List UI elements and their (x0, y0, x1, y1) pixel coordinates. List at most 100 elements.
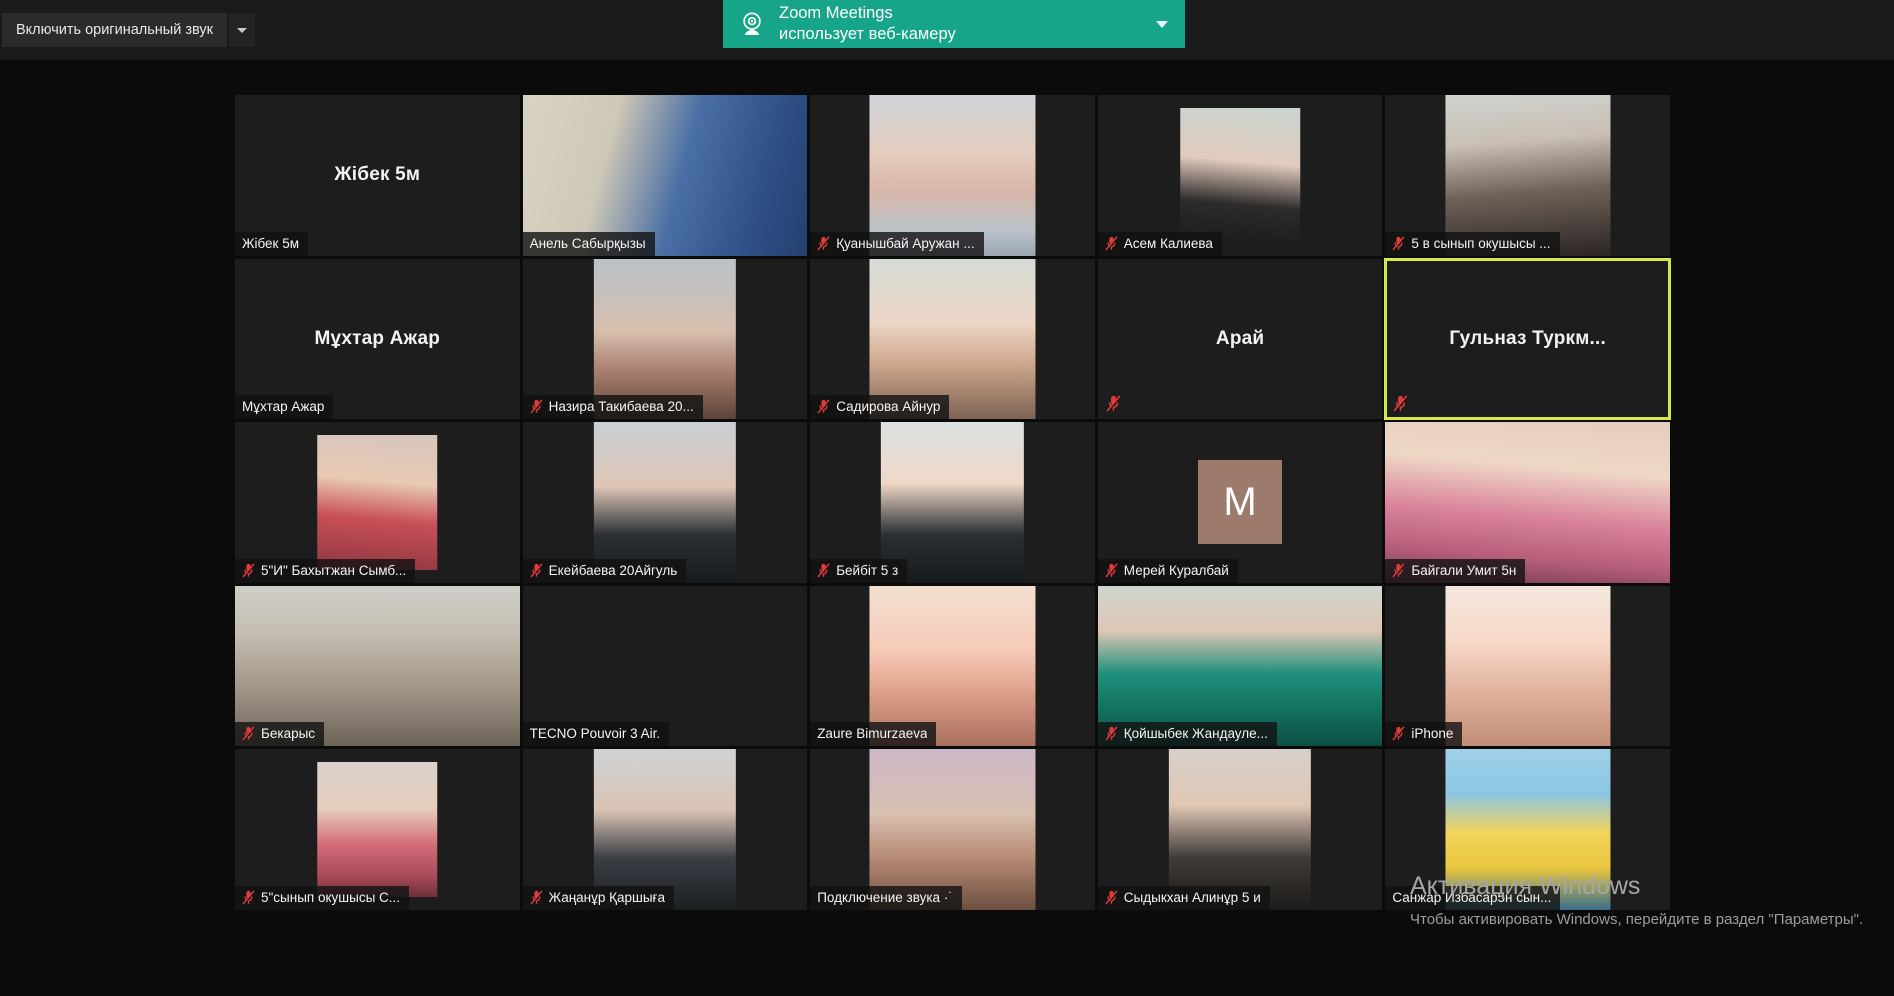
mute-icon (817, 563, 831, 578)
participant-name-label: Садирова Айнур (836, 399, 941, 415)
notification-collapse-button[interactable] (1149, 11, 1175, 37)
participant-tile[interactable]: M Мерей Куралбай (1097, 422, 1383, 583)
zoom-meeting-window: Включить оригинальный звук Zoom Meetings… (0, 0, 1894, 996)
participant-name-bar: Асем Калиева (1097, 231, 1222, 256)
participant-tile[interactable]: iPhone (1385, 585, 1670, 747)
mute-icon (1392, 726, 1406, 742)
participant-name-label: TECNO Pouvoir 3 Air. (529, 726, 661, 742)
participant-tile[interactable]: Сыдыкхан Алинұр 5 и (1097, 749, 1383, 910)
participant-name-bar: Мерей Куралбай (1097, 558, 1238, 583)
participant-tile[interactable]: Назира Такибаева 20... (522, 258, 808, 420)
participant-tile[interactable]: Жаңанұр Қаршыға (522, 749, 808, 910)
participant-name-label: iPhone (1411, 726, 1454, 742)
participant-name-bar: Назира Такибаева 20... (522, 395, 703, 420)
participant-name-bar: Бекарыс (235, 722, 325, 747)
participant-tile[interactable]: Бекарыс (235, 585, 520, 747)
participant-name-bar: Қойшыбек Жандауле... (1097, 722, 1277, 747)
original-sound-dropdown-button[interactable] (228, 13, 255, 47)
mute-icon (529, 563, 544, 578)
participant-name-label: Жаңанұр Қаршыға (548, 890, 665, 905)
participant-name-bar: Мұхтар Ажар (235, 395, 334, 420)
participant-tile[interactable]: Бейбіт 5 з (810, 422, 1095, 583)
mute-status-icon (1105, 726, 1119, 742)
participant-tile[interactable]: Санжар Избасар5н сын... (1385, 749, 1670, 910)
participant-tile[interactable]: Анель Сабырқызы (522, 95, 808, 256)
mute-status-icon (242, 563, 256, 578)
chevron-down-icon (1156, 20, 1168, 28)
participant-tile[interactable]: Қойшыбек Жандауле... (1097, 585, 1383, 747)
mute-icon (242, 563, 256, 578)
participant-name-bar: Жаңанұр Қаршыға (522, 886, 674, 910)
participant-tile[interactable]: Қуанышбай Аружан ... (810, 95, 1095, 256)
participant-name-label: Асем Калиева (1123, 235, 1213, 251)
webcam-notification-message: использует веб-камеру (779, 25, 956, 43)
mute-icon (1392, 563, 1406, 578)
participant-tile[interactable]: Екейбаева 20Айгуль (522, 422, 808, 583)
mute-icon (1105, 563, 1119, 578)
participant-tile[interactable]: 5"И" Бахытжан Сымб... (235, 422, 520, 583)
webcam-in-use-notification[interactable]: Zoom Meetings использует веб-камеру (723, 0, 1185, 48)
mute-icon (817, 399, 831, 414)
mute-status-icon (242, 890, 256, 905)
participant-tile[interactable]: Садирова Айнур (810, 258, 1095, 420)
participant-tile[interactable]: Байгали Умит 5н (1385, 422, 1670, 583)
mute-icon (817, 236, 831, 251)
participant-tile[interactable]: 5 в сынып окушысы ... (1385, 95, 1670, 256)
participant-tile[interactable]: Гульназ Туркм... (1384, 257, 1671, 421)
participant-name-label: Анель Сабырқызы (529, 235, 646, 251)
participant-name-bar: Екейбаева 20Айгуль (522, 558, 687, 583)
participant-tile[interactable]: Подключение звука ·˙ (810, 749, 1095, 910)
participant-name-label: 5"сынып окушысы С... (261, 890, 401, 905)
participant-name-bar: Қуанышбай Аружан ... (810, 231, 984, 256)
participant-tile[interactable]: Жібек 5м Жібек 5м (235, 95, 520, 256)
participant-tile[interactable]: Асем Калиева (1097, 95, 1383, 256)
participant-video-feed (317, 762, 438, 898)
mute-status-icon (242, 726, 256, 742)
participant-name-bar: Садирова Айнур (810, 395, 950, 420)
participant-tile[interactable]: Zaure Bimurzaeva (810, 585, 1095, 747)
participant-name-bar: Сыдыкхан Алинұр 5 и (1097, 886, 1270, 910)
participant-gallery-grid: Жібек 5м Жібек 5м Анель Сабырқызы Қуанышбай… (235, 95, 1671, 910)
participant-name-label: 5 в сынып окушысы ... (1411, 235, 1551, 251)
participant-tile[interactable]: 5"сынып окушысы С... (235, 749, 520, 910)
participant-name-label: Екейбаева 20Айгуль (548, 562, 678, 578)
participant-video-feed (1180, 107, 1300, 243)
mute-status-icon (1393, 395, 1409, 413)
participant-name-bar: Бейбіт 5 з (810, 558, 908, 583)
mute-status-icon (529, 890, 544, 905)
participant-name-label: Бейбіт 5 з (836, 562, 899, 578)
enable-original-sound-button[interactable]: Включить оригинальный звук (2, 13, 227, 47)
participant-center-name: Мұхтар Ажар (314, 327, 441, 349)
participant-name-bar: Санжар Избасар5н сын... (1385, 886, 1561, 910)
original-sound-control-group: Включить оригинальный звук (2, 13, 255, 47)
participant-name-label: Жібек 5м (242, 235, 299, 251)
mute-icon (1393, 395, 1409, 413)
participant-name-label: Қуанышбай Аружан ... (836, 235, 975, 251)
mute-icon (529, 399, 544, 414)
mute-status-icon (1106, 395, 1122, 413)
watermark-subtitle: Чтобы активировать Windows, перейдите в … (1410, 911, 1864, 928)
participant-name-label: Санжар Избасар5н сын... (1392, 890, 1552, 905)
webcam-notification-text: Zoom Meetings использует веб-камеру (779, 3, 1137, 46)
mute-status-icon (1105, 236, 1119, 251)
webcam-notification-app-name: Zoom Meetings (779, 3, 893, 22)
mute-icon (242, 890, 256, 905)
mute-status-icon (817, 236, 831, 251)
mute-status-icon (529, 563, 544, 578)
mute-status-icon (1105, 890, 1119, 905)
participant-name-bar: 5 в сынып окушысы ... (1385, 231, 1560, 256)
participant-name-label: Қойшыбек Жандауле... (1123, 726, 1268, 742)
mute-status-icon (817, 563, 831, 578)
participant-name-bar: 5"И" Бахытжан Сымб... (235, 558, 416, 583)
participant-name-bar: Подключение звука ·˙ (810, 886, 962, 910)
mute-status-icon (529, 399, 544, 414)
participant-tile[interactable]: Арай (1097, 258, 1383, 420)
participant-name-bar: Жібек 5м (235, 231, 308, 256)
participant-tile[interactable]: TECNO Pouvoir 3 Air. (522, 585, 808, 747)
participant-name-bar: 5"сынып окушысы С... (235, 886, 410, 910)
mute-status-icon (1392, 726, 1406, 742)
participant-name-label: Мұхтар Ажар (242, 399, 325, 415)
chevron-down-icon (236, 27, 247, 33)
participant-tile[interactable]: Мұхтар Ажар Мұхтар Ажар (235, 258, 520, 420)
mute-icon (1105, 726, 1119, 742)
